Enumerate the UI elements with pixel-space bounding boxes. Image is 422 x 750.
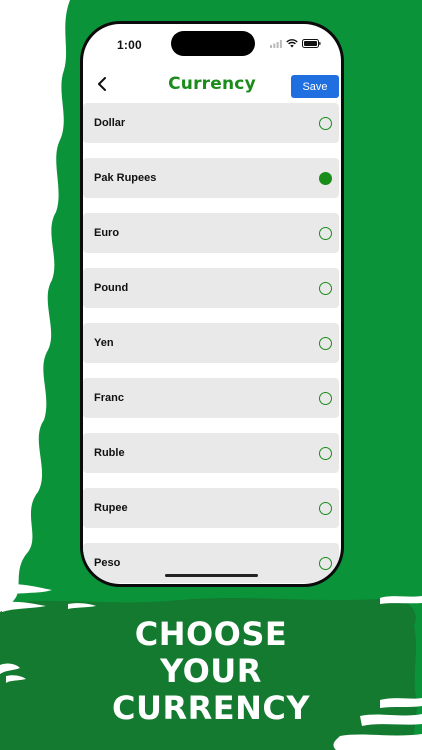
banner-line-2: YOUR	[160, 652, 262, 690]
currency-item-pak-rupees[interactable]: Pak Rupees	[83, 158, 339, 198]
currency-label: Euro	[94, 227, 120, 239]
radio-button[interactable]	[319, 336, 332, 350]
banner-line-1: CHOOSE	[134, 615, 288, 653]
wifi-icon	[286, 39, 298, 48]
battery-icon	[302, 39, 321, 48]
radio-button[interactable]	[319, 446, 332, 460]
radio-button[interactable]	[319, 226, 332, 240]
currency-label: Peso	[94, 557, 121, 569]
currency-item-yen[interactable]: Yen	[83, 323, 339, 363]
radio-button[interactable]	[319, 116, 332, 130]
radio-button[interactable]	[319, 281, 332, 295]
currency-label: Pak Rupees	[94, 172, 157, 184]
radio-button[interactable]	[319, 556, 332, 570]
radio-button[interactable]	[319, 501, 332, 515]
currency-item-rupee[interactable]: Rupee	[83, 488, 339, 528]
radio-button-selected[interactable]	[319, 171, 332, 185]
phone-frame: 1:00 Currency Save Dollar Pak Rupees Eur…	[80, 21, 344, 587]
status-time: 1:00	[117, 38, 142, 52]
currency-item-dollar[interactable]: Dollar	[83, 103, 339, 143]
currency-item-peso[interactable]: Peso	[83, 543, 339, 583]
signal-icon	[270, 39, 282, 48]
currency-item-ruble[interactable]: Ruble	[83, 433, 339, 473]
currency-item-franc[interactable]: Franc	[83, 378, 339, 418]
banner-line-3: CURRENCY	[111, 689, 311, 727]
currency-label: Ruble	[94, 447, 125, 459]
currency-label: Franc	[94, 392, 124, 404]
currency-label: Rupee	[94, 502, 128, 514]
dynamic-island	[171, 31, 255, 56]
status-icons	[270, 39, 321, 48]
currency-label: Pound	[94, 282, 129, 294]
promo-banner: CHOOSE YOUR CURRENCY	[0, 616, 422, 727]
home-indicator[interactable]	[165, 574, 258, 577]
header: Currency Save	[83, 72, 341, 102]
currency-item-pound[interactable]: Pound	[83, 268, 339, 308]
phone-screen: 1:00 Currency Save Dollar Pak Rupees Eur…	[83, 24, 341, 584]
currency-label: Yen	[94, 337, 114, 349]
currency-label: Dollar	[94, 117, 126, 129]
radio-button[interactable]	[319, 391, 332, 405]
currency-list: Dollar Pak Rupees Euro Pound Yen Franc R…	[83, 103, 341, 584]
currency-item-euro[interactable]: Euro	[83, 213, 339, 253]
save-button[interactable]: Save	[291, 75, 339, 98]
